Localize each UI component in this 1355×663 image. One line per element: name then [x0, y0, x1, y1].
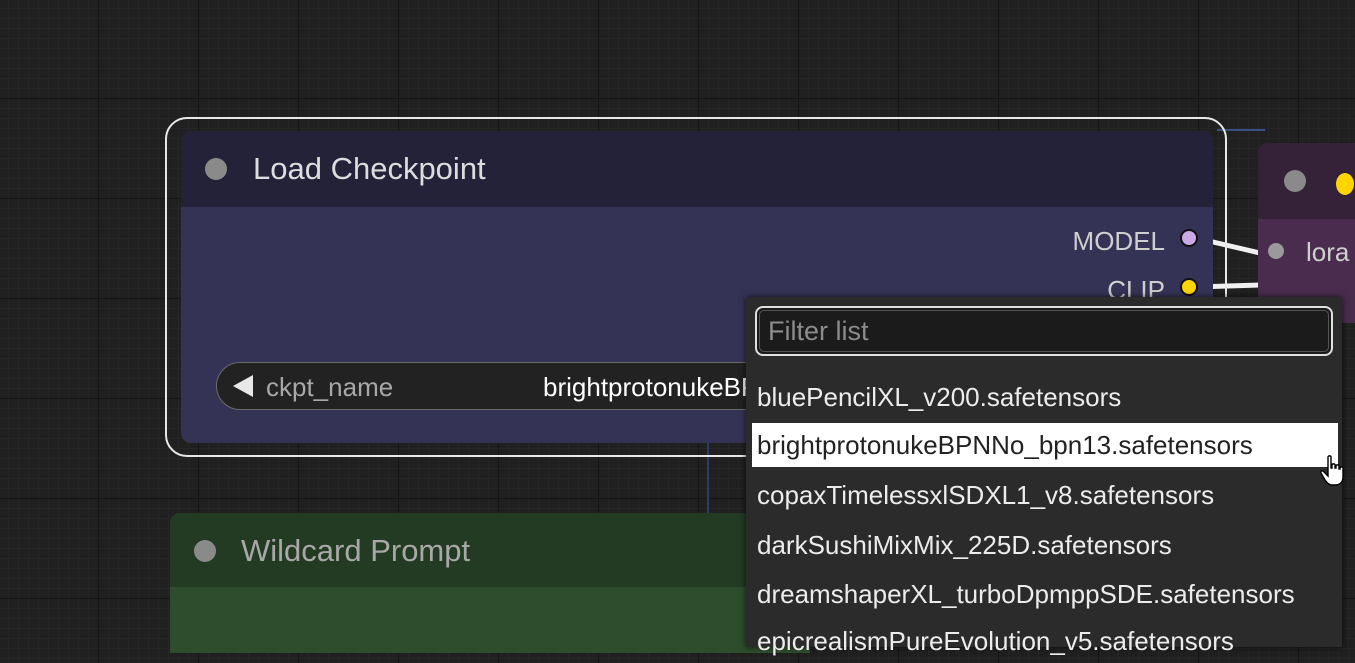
- node-title: Wildcard Prompt: [241, 533, 471, 568]
- hand-pointer-icon: [1320, 455, 1344, 486]
- output-label-model: MODEL: [1072, 226, 1165, 256]
- badge-dot-icon: [1336, 173, 1354, 195]
- collapse-dot-icon[interactable]: [194, 540, 216, 562]
- dropdown-option[interactable]: bluePencilXL_v200.safetensors: [752, 375, 1336, 419]
- node-title-bar[interactable]: Wildcard Prompt: [170, 513, 810, 587]
- node-title-bar[interactable]: Load Checkpoint: [181, 131, 1213, 207]
- dropdown-option-hovered[interactable]: brightprotonukeBPNNo_bpn13.safetensors: [752, 423, 1338, 467]
- dropdown-option[interactable]: epicrealismPureEvolution_v5.safetensors: [752, 619, 1336, 663]
- collapse-dot-icon[interactable]: [1284, 170, 1306, 192]
- output-slot-model[interactable]: [1180, 229, 1198, 247]
- lora-loader-node[interactable]: lora: [1258, 143, 1355, 323]
- filter-focus-ring: [755, 306, 1333, 356]
- output-slot-clip[interactable]: [1180, 278, 1198, 296]
- node-title: Load Checkpoint: [253, 151, 486, 186]
- dropdown-option[interactable]: dreamshaperXL_turboDpmppSDE.safetensors: [752, 572, 1336, 616]
- dropdown-option[interactable]: copaxTimelessxlSDXL1_v8.safetensors: [752, 473, 1336, 517]
- ckpt-name-combo-widget[interactable]: ckpt_name brightprotonukeBPNNo_bpn13.saf…: [216, 362, 1039, 410]
- dropdown-option[interactable]: darkSushiMixMix_225D.safetensors: [752, 523, 1336, 567]
- widget-name: ckpt_name: [266, 372, 394, 402]
- filter-input[interactable]: [759, 310, 1329, 352]
- input-label-lora: lora: [1306, 237, 1350, 267]
- node-title-bar[interactable]: [1258, 143, 1355, 219]
- combo-filter-dropdown[interactable]: bluePencilXL_v200.safetensors brightprot…: [746, 297, 1342, 656]
- input-slot-lora[interactable]: [1268, 243, 1284, 259]
- left-arrow-icon[interactable]: [233, 375, 253, 397]
- collapse-dot-icon[interactable]: [205, 158, 227, 180]
- wildcard-prompt-node[interactable]: Wildcard Prompt: [170, 513, 810, 653]
